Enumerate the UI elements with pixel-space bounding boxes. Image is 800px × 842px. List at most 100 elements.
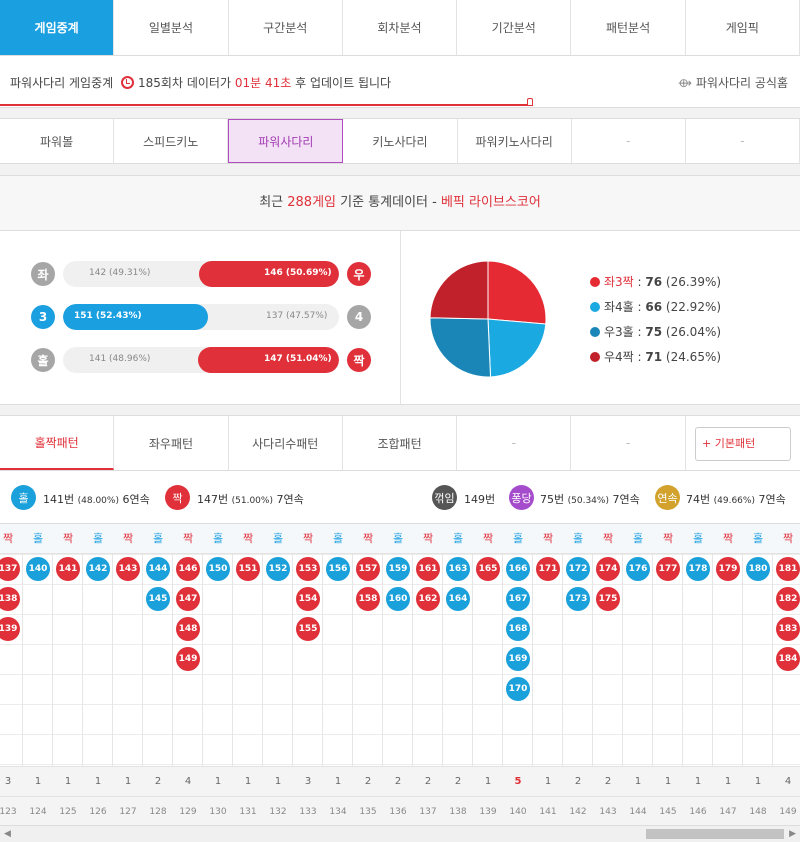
- column-header: 홀: [563, 524, 593, 554]
- tab-section[interactable]: 구간분석: [229, 0, 343, 55]
- odd-count: 141번: [43, 493, 75, 506]
- result-ball: 148: [176, 617, 200, 641]
- link-icon: ⟴: [678, 76, 693, 90]
- tab-empty-2: -: [571, 416, 686, 470]
- scroll-right-icon[interactable]: ▶: [789, 829, 796, 839]
- legend-item: 좌3짝 : 76 (26.39%): [590, 273, 721, 290]
- column-round: 129: [173, 796, 203, 826]
- right-value: 146 (50.69%): [264, 268, 332, 278]
- stats-divider: [400, 231, 401, 405]
- pattern-tabs: 홀짝패턴 좌우패턴 사다리수패턴 조합패턴 - -: [0, 415, 800, 471]
- column-count: 2: [443, 766, 473, 796]
- update-progress-bar: [0, 104, 530, 106]
- column-count: 1: [203, 766, 233, 796]
- tab-odd-even[interactable]: 홀짝패턴: [0, 416, 115, 470]
- pattern-column: 짝 179 1 147: [713, 524, 743, 826]
- result-ball: 184: [776, 647, 800, 671]
- column-round: 131: [233, 796, 263, 826]
- column-count: 1: [713, 766, 743, 796]
- pattern-column: 짝 137 138 139 3 123: [0, 524, 23, 826]
- game-tab-powerladder[interactable]: 파워사다리: [228, 119, 344, 163]
- tab-pick[interactable]: 게임픽: [686, 0, 800, 55]
- tab-period[interactable]: 기간분석: [457, 0, 572, 55]
- tab-left-right[interactable]: 좌우패턴: [114, 416, 229, 470]
- result-ball: 178: [686, 557, 710, 581]
- column-round: 124: [23, 796, 53, 826]
- legend-value: 66: [645, 300, 663, 314]
- column-header: 짝: [233, 524, 263, 554]
- tab-round[interactable]: 회차분석: [343, 0, 458, 55]
- column-header: 짝: [653, 524, 683, 554]
- basic-pattern-button[interactable]: + 기본패턴: [695, 427, 791, 461]
- column-round: 142: [563, 796, 593, 826]
- result-ball: 149: [176, 647, 200, 671]
- result-ball: 157: [356, 557, 380, 581]
- column-count: 2: [353, 766, 383, 796]
- tab-pattern[interactable]: 패턴분석: [571, 0, 686, 55]
- column-count: 5: [503, 766, 533, 796]
- odd-icon: 홀: [31, 348, 55, 372]
- column-round: 137: [413, 796, 443, 826]
- left-icon: 좌: [31, 262, 55, 286]
- pattern-column: 짝 174 175 2 143: [593, 524, 623, 826]
- tab-combination[interactable]: 조합패턴: [343, 416, 458, 470]
- column-count: 1: [623, 766, 653, 796]
- game-tab-kenoladder[interactable]: 키노사다리: [343, 119, 458, 163]
- game-tab-speedkeno[interactable]: 스피드키노: [114, 119, 229, 163]
- bounce-icon: 퐁당: [509, 485, 534, 510]
- horizontal-scrollbar[interactable]: ◀ ▶: [0, 825, 800, 842]
- tab-live[interactable]: 게임중계: [0, 0, 115, 55]
- column-count: 3: [0, 766, 23, 796]
- stats-count: 288게임: [287, 195, 336, 210]
- column-count: 1: [233, 766, 263, 796]
- game-tab-powerball[interactable]: 파워볼: [0, 119, 115, 163]
- even-summary: 147번 (51.00%) 7연속: [197, 491, 304, 507]
- result-ball: 144: [146, 557, 170, 581]
- tab-ladder-count[interactable]: 사다리수패턴: [229, 416, 343, 470]
- column-count: 3: [293, 766, 323, 796]
- even-icon: 짝: [347, 348, 371, 372]
- pattern-column: 홀 150 1 130: [203, 524, 233, 826]
- pattern-column: 홀 180 1 148: [743, 524, 773, 826]
- game-tab-empty-2: -: [686, 119, 800, 163]
- tab-daily[interactable]: 일별분석: [114, 0, 229, 55]
- scroll-left-icon[interactable]: ◀: [4, 829, 11, 839]
- legend-pct: 22.92%: [670, 300, 717, 314]
- legend-item: 우3홀 : 75 (26.04%): [590, 323, 721, 340]
- pattern-column: 짝 141 1 125: [53, 524, 83, 826]
- pattern-column: 짝 153 154 155 3 133: [293, 524, 323, 826]
- streak-streak: 7연속: [758, 493, 786, 506]
- streak-icon: 연속: [655, 485, 680, 510]
- three-four-bar: 151 (52.43%) 137 (47.57%): [63, 304, 339, 330]
- column-count: 2: [413, 766, 443, 796]
- pattern-column: 홀 144 145 2 128: [143, 524, 173, 826]
- legend-pct: 26.04%: [670, 325, 717, 339]
- game-title: 파워사다리 게임중계: [10, 76, 114, 90]
- game-tab-powerkenoladder[interactable]: 파워키노사다리: [458, 119, 572, 163]
- result-ball: 181: [776, 557, 800, 581]
- official-home-link[interactable]: ⟴ 파워사다리 공식홈: [678, 74, 788, 91]
- column-header: 짝: [293, 524, 323, 554]
- pattern-column: 짝 157 158 2 135: [353, 524, 383, 826]
- column-count: 2: [383, 766, 413, 796]
- pattern-column: 홀 159 160 2 136: [383, 524, 413, 826]
- column-count: 1: [743, 766, 773, 796]
- column-round: 141: [533, 796, 563, 826]
- legend-value: 71: [645, 350, 663, 364]
- column-count: 1: [683, 766, 713, 796]
- even-count: 147번: [197, 493, 229, 506]
- left-value: 142 (49.31%): [89, 268, 151, 278]
- result-ball: 159: [386, 557, 410, 581]
- pattern-column: 홀 172 173 2 142: [563, 524, 593, 826]
- column-count: 1: [473, 766, 503, 796]
- result-ball: 147: [176, 587, 200, 611]
- column-round: 136: [383, 796, 413, 826]
- column-header: 홀: [23, 524, 53, 554]
- odd-summary: 141번 (48.00%) 6연속: [43, 491, 150, 507]
- odd-even-bar: 141 (48.96%) 147 (51.04%): [63, 347, 339, 373]
- pattern-column: 짝 151 1 131: [233, 524, 263, 826]
- column-header: 홀: [443, 524, 473, 554]
- scroll-thumb[interactable]: [646, 829, 784, 839]
- result-ball: 171: [536, 557, 560, 581]
- column-count: 2: [143, 766, 173, 796]
